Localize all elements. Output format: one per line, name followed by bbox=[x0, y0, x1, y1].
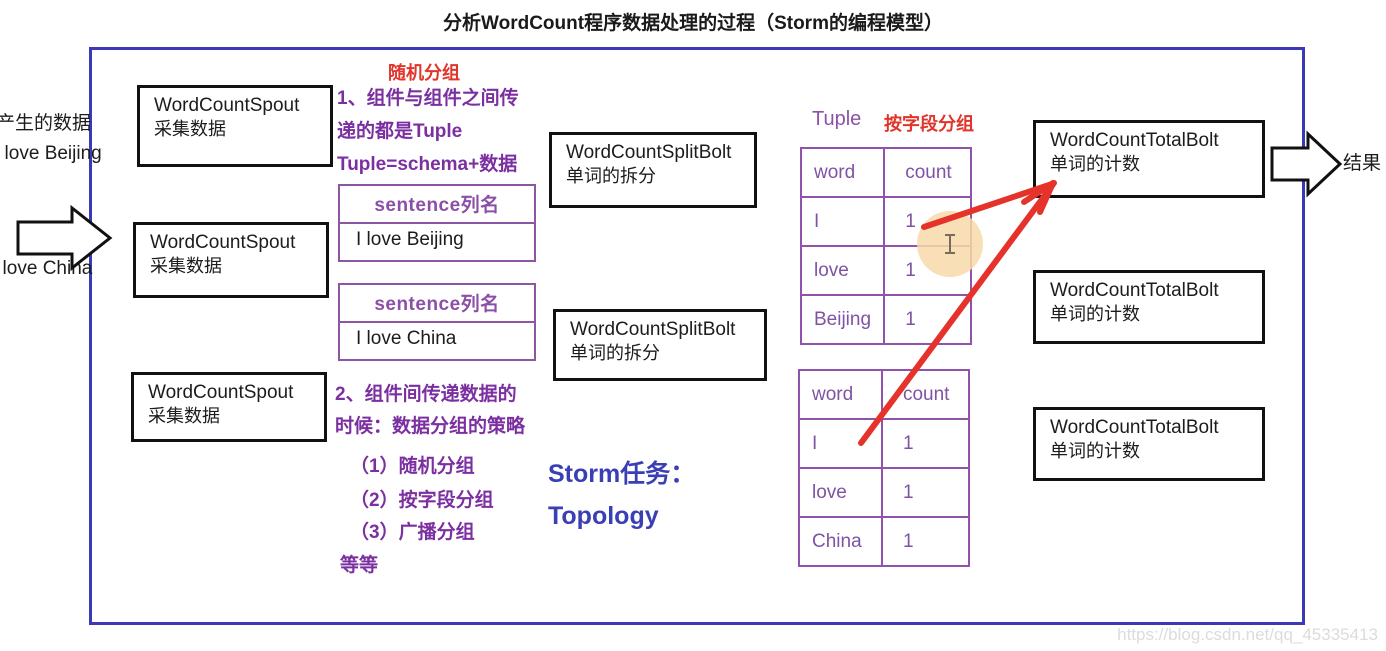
input-sentence-beijing: I love Beijing bbox=[0, 143, 102, 164]
tuple-label: Tuple bbox=[812, 108, 862, 130]
tuple2-r2-word: love bbox=[798, 467, 883, 518]
split-bolt-box-2: WordCountSplitBolt 单词的拆分 bbox=[553, 309, 767, 381]
sentence-value-1: I love Beijing bbox=[356, 229, 464, 250]
tuple2-header-word: word bbox=[798, 369, 883, 420]
input-sentence-china: I love China bbox=[0, 258, 93, 279]
tuple-table-2: word count I 1 love 1 China 1 bbox=[798, 369, 971, 567]
tuple1-r3-word: Beijing bbox=[799, 294, 886, 345]
spout-name-1: WordCountSpout bbox=[154, 95, 300, 116]
text-cursor-icon bbox=[945, 234, 955, 254]
total-bolt-box-1: WordCountTotalBolt 单词的计数 bbox=[1033, 120, 1265, 198]
tuple1-r1-word: I bbox=[799, 196, 886, 247]
tuple2-header-count: count bbox=[880, 369, 971, 420]
table-row: I 1 bbox=[798, 418, 971, 469]
total-bolt-desc-2: 单词的计数 bbox=[1050, 304, 1140, 325]
total-bolt-desc-3: 单词的计数 bbox=[1050, 441, 1140, 462]
split-bolt-desc-1: 单词的拆分 bbox=[566, 166, 656, 187]
spout-box-1: WordCountSpout 采集数据 bbox=[137, 85, 333, 167]
spout-desc-1: 采集数据 bbox=[154, 119, 226, 140]
total-bolt-name-3: WordCountTotalBolt bbox=[1050, 417, 1219, 438]
sentence-tuple-2: sentence列名 I love China bbox=[338, 283, 536, 361]
split-bolt-desc-2: 单词的拆分 bbox=[570, 343, 660, 364]
split-bolt-name-2: WordCountSplitBolt bbox=[570, 319, 736, 340]
note1-line2: 递的都是Tuple bbox=[337, 121, 463, 142]
result-label: 结果 bbox=[1343, 153, 1382, 174]
total-bolt-desc-1: 单词的计数 bbox=[1050, 154, 1140, 175]
random-grouping-label: 随机分组 bbox=[388, 63, 460, 83]
tuple2-r1-word: I bbox=[798, 418, 883, 469]
split-bolt-name-1: WordCountSplitBolt bbox=[566, 142, 732, 163]
input-data-label: 产生的数据 bbox=[0, 113, 92, 134]
spout-name-2: WordCountSpout bbox=[150, 232, 296, 253]
tuple1-header-count: count bbox=[883, 147, 972, 198]
page-title: 分析WordCount程序数据处理的过程（Storm的编程模型） bbox=[443, 13, 943, 34]
spout-desc-3: 采集数据 bbox=[148, 406, 220, 427]
topology-label-line1: Storm任务： bbox=[548, 460, 696, 488]
field-grouping-label: 按字段分组 bbox=[884, 114, 974, 134]
table-row: word count bbox=[798, 369, 971, 420]
tuple2-r3-count: 1 bbox=[880, 516, 971, 567]
total-bolt-name-2: WordCountTotalBolt bbox=[1050, 280, 1219, 301]
table-row: love 1 bbox=[798, 467, 971, 518]
tuple2-r3-word: China bbox=[798, 516, 883, 567]
watermark-text: https://blog.csdn.net/qq_45335413 bbox=[1117, 625, 1378, 644]
tuple2-r1-count: 1 bbox=[880, 418, 971, 469]
split-bolt-box-1: WordCountSplitBolt 单词的拆分 bbox=[549, 132, 757, 208]
sentence-header-2: sentence列名 bbox=[340, 285, 534, 323]
sentence-tuple-1: sentence列名 I love Beijing bbox=[338, 184, 536, 262]
note1-line3: Tuple=schema+数据 bbox=[337, 154, 518, 175]
note2-item-1: （1）随机分组 bbox=[350, 456, 475, 477]
note2-item-2: （2）按字段分组 bbox=[350, 490, 494, 511]
spout-desc-2: 采集数据 bbox=[150, 256, 222, 277]
tuple1-header-word: word bbox=[799, 147, 886, 198]
spout-box-2: WordCountSpout 采集数据 bbox=[133, 222, 329, 298]
total-bolt-name-1: WordCountTotalBolt bbox=[1050, 130, 1219, 151]
spout-name-3: WordCountSpout bbox=[148, 382, 294, 403]
note2-line1: 2、组件间传递数据的 bbox=[335, 384, 517, 405]
table-row: China 1 bbox=[798, 516, 971, 567]
diagram-canvas: 分析WordCount程序数据处理的过程（Storm的编程模型） 产生的数据 I… bbox=[0, 0, 1386, 651]
note1-line1: 1、组件与组件之间传 bbox=[337, 88, 519, 109]
table-row: Beijing 1 bbox=[799, 294, 972, 345]
table-row: word count bbox=[799, 147, 972, 198]
note2-item-3: （3）广播分组 bbox=[350, 522, 475, 543]
note2-item-4: 等等 bbox=[340, 555, 379, 576]
tuple1-r3-count: 1 bbox=[883, 294, 972, 345]
sentence-header-1: sentence列名 bbox=[340, 186, 534, 224]
total-bolt-box-2: WordCountTotalBolt 单词的计数 bbox=[1033, 270, 1265, 344]
spout-box-3: WordCountSpout 采集数据 bbox=[131, 372, 327, 442]
tuple2-r2-count: 1 bbox=[880, 467, 971, 518]
note2-line2: 时候：数据分组的策略 bbox=[335, 416, 526, 437]
total-bolt-box-3: WordCountTotalBolt 单词的计数 bbox=[1033, 407, 1265, 481]
tuple1-r2-word: love bbox=[799, 245, 886, 296]
sentence-value-2: I love China bbox=[356, 328, 457, 349]
topology-label-line2: Topology bbox=[548, 502, 659, 530]
